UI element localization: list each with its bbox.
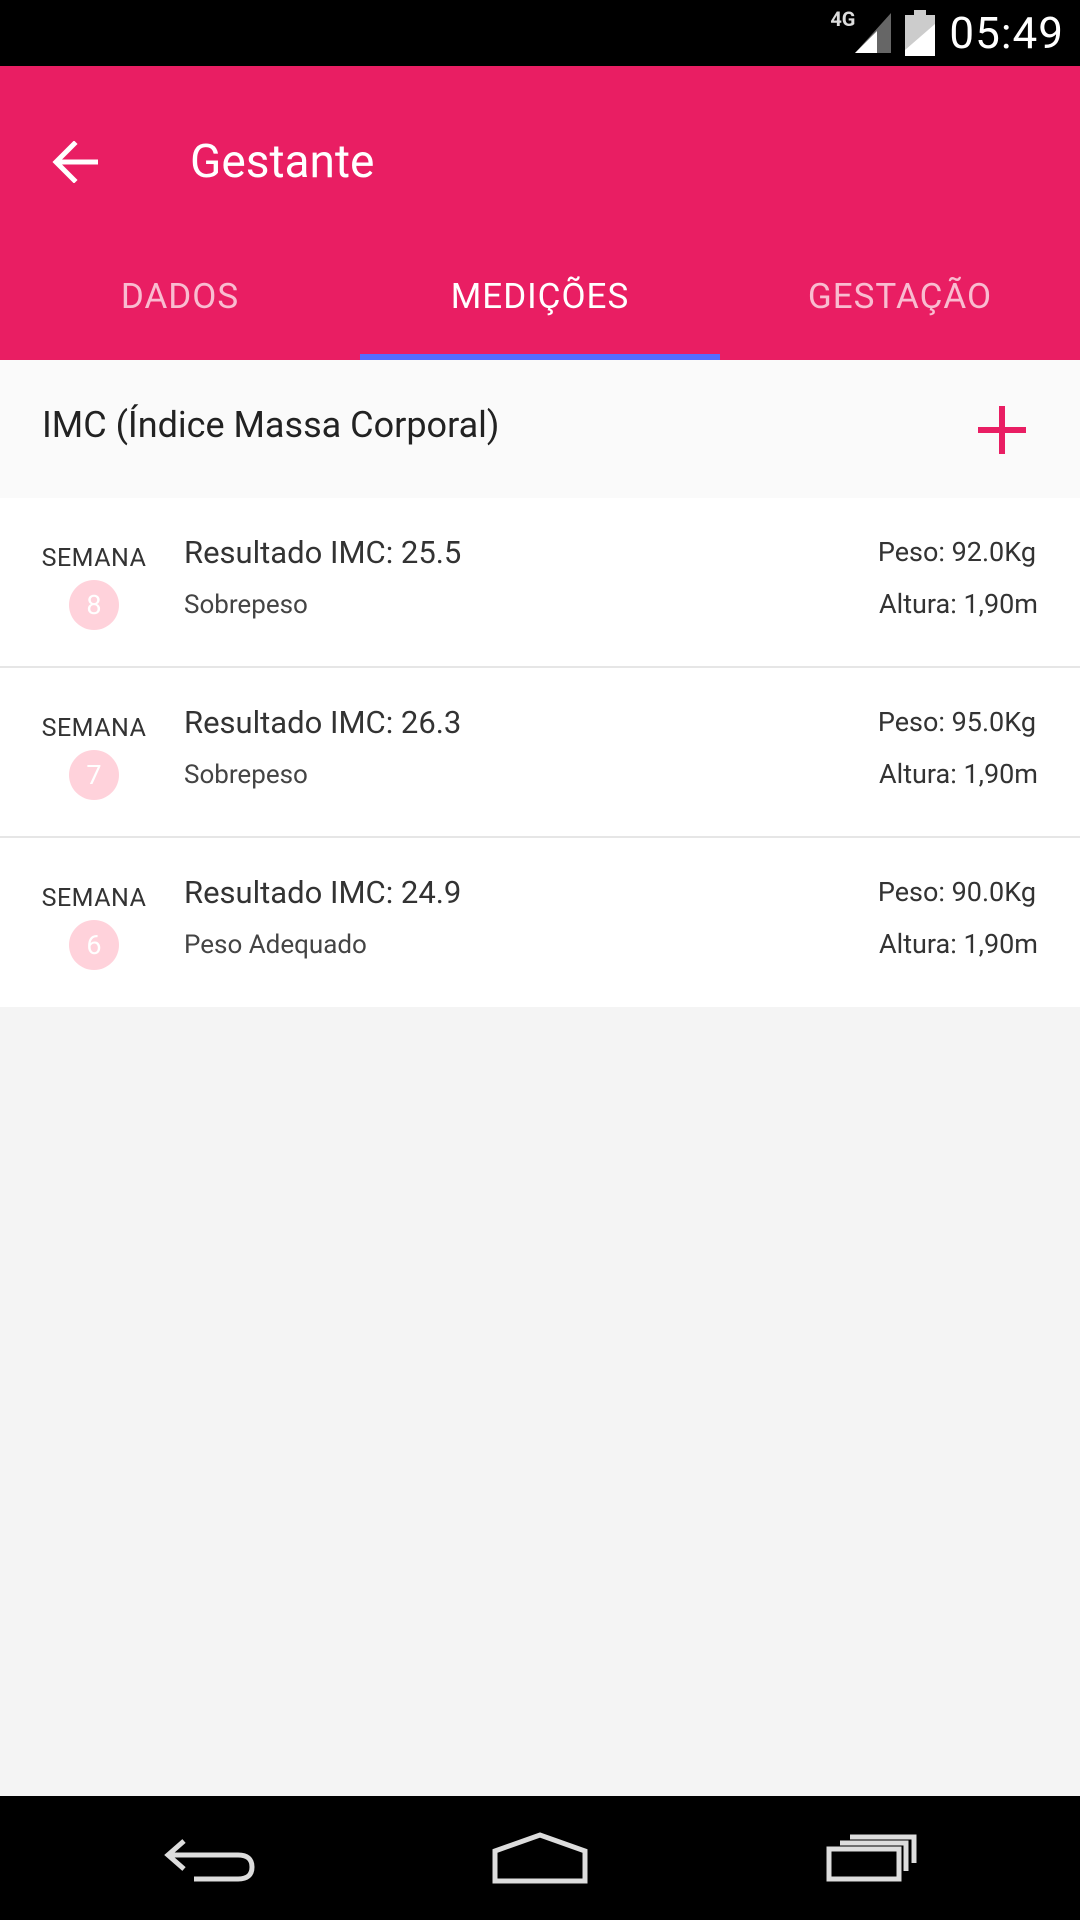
imc-result: Resultado IMC: 24.9: [184, 874, 462, 911]
imc-result: Resultado IMC: 26.3: [184, 704, 462, 741]
plus-icon: [978, 406, 1026, 454]
height-value: Altura: 1,90m: [879, 588, 1038, 620]
height-value: Altura: 1,90m: [879, 758, 1038, 790]
imc-result: Resultado IMC: 25.5: [184, 534, 462, 571]
weight-value: Peso: 92.0Kg: [877, 536, 1036, 568]
list-item[interactable]: SEMANA 6 Resultado IMC: 24.9 Peso Adequa…: [0, 838, 1080, 1007]
nav-home-button[interactable]: [440, 1796, 640, 1920]
week-label: SEMANA: [41, 884, 147, 913]
nav-recents-button[interactable]: [772, 1796, 972, 1920]
add-measurement-button[interactable]: [976, 404, 1028, 456]
status-bar: 4G 05:49: [0, 0, 1080, 66]
app-bar: Gestante DADOS MEDIÇÕES GESTAÇÃO: [0, 66, 1080, 360]
week-badge: 6: [69, 920, 119, 970]
list-item[interactable]: SEMANA 8 Resultado IMC: 25.5 Sobrepeso P…: [0, 498, 1080, 668]
recents-nav-icon: [826, 1834, 917, 1882]
week-label: SEMANA: [41, 544, 147, 573]
section-header: IMC (Índice Massa Corporal): [0, 360, 1080, 498]
measurement-list: SEMANA 8 Resultado IMC: 25.5 Sobrepeso P…: [0, 498, 1080, 1007]
navigation-bar: [0, 1796, 1080, 1920]
battery-icon: [905, 10, 936, 56]
back-button[interactable]: [42, 134, 108, 190]
tab-dados[interactable]: DADOS: [0, 250, 360, 360]
week-label: SEMANA: [41, 714, 147, 743]
clock: 05:49: [949, 7, 1064, 59]
tab-gestacao[interactable]: GESTAÇÃO: [720, 250, 1080, 360]
section-title: IMC (Índice Massa Corporal): [42, 404, 500, 446]
week-badge: 7: [69, 750, 119, 800]
imc-status: Peso Adequado: [184, 930, 367, 960]
status-icons: 4G 05:49: [830, 0, 1064, 66]
tab-medicoes[interactable]: MEDIÇÕES: [360, 250, 720, 360]
week-badge: 8: [69, 580, 119, 630]
weight-value: Peso: 90.0Kg: [877, 876, 1036, 908]
weight-value: Peso: 95.0Kg: [877, 706, 1036, 738]
arrow-left-icon: [52, 141, 98, 183]
height-value: Altura: 1,90m: [879, 928, 1038, 960]
nav-back-button[interactable]: [110, 1796, 310, 1920]
imc-status: Sobrepeso: [184, 760, 308, 790]
signal-icon: [855, 13, 892, 53]
home-nav-icon: [492, 1832, 588, 1884]
back-nav-icon: [164, 1839, 255, 1882]
page-title: Gestante: [190, 135, 375, 189]
imc-status: Sobrepeso: [184, 590, 308, 620]
network-label: 4G: [830, 7, 856, 31]
tab-bar: DADOS MEDIÇÕES GESTAÇÃO: [0, 250, 1080, 360]
list-item[interactable]: SEMANA 7 Resultado IMC: 26.3 Sobrepeso P…: [0, 668, 1080, 838]
